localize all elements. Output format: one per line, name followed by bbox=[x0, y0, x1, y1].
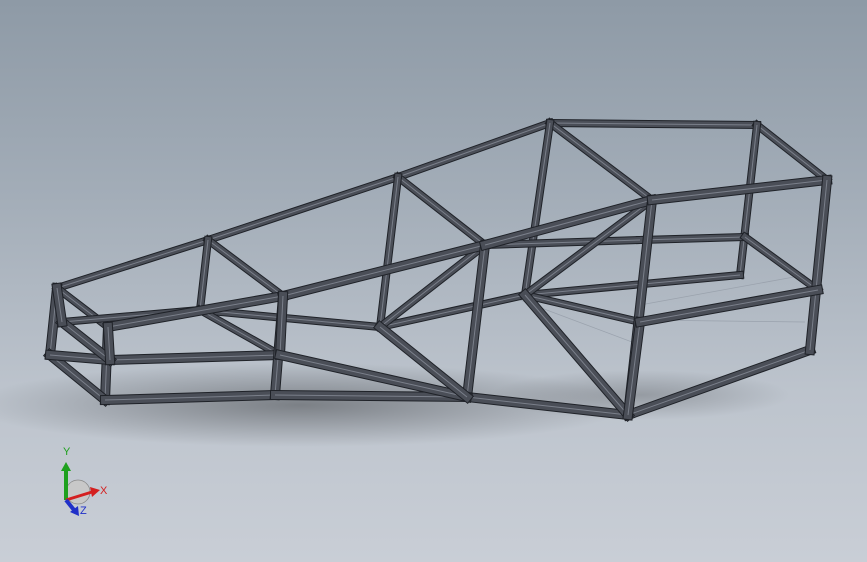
frame-tube-highlight bbox=[524, 274, 741, 296]
y-axis-label: Y bbox=[63, 446, 71, 458]
frame-tube-highlight bbox=[397, 176, 486, 246]
frame-tube-highlight bbox=[524, 122, 551, 296]
frame-tube-highlight bbox=[744, 236, 819, 291]
frame-tube-highlight bbox=[639, 289, 819, 323]
view-orientation-triad[interactable]: Y X Z bbox=[44, 440, 124, 520]
frame-tube-highlight bbox=[56, 239, 209, 289]
frame-tube-highlight bbox=[207, 176, 399, 241]
z-axis-label: Z bbox=[80, 505, 87, 517]
frame-tube-highlight bbox=[739, 124, 758, 276]
x-axis-arrow bbox=[90, 487, 100, 497]
graphics-viewport[interactable]: Y X Z bbox=[0, 0, 867, 562]
frame-tube-highlight bbox=[207, 239, 284, 297]
frame-tube-highlight bbox=[651, 179, 828, 201]
frame-model[interactable] bbox=[0, 0, 867, 562]
frame-tube-highlight bbox=[397, 122, 551, 178]
frame-tube-highlight bbox=[379, 176, 399, 328]
frame-tube-highlight bbox=[809, 179, 828, 351]
x-axis-label: X bbox=[100, 485, 108, 497]
frame-tube-highlight bbox=[756, 124, 828, 181]
frame-tube-highlight bbox=[549, 122, 653, 201]
y-axis-arrow bbox=[61, 462, 71, 471]
